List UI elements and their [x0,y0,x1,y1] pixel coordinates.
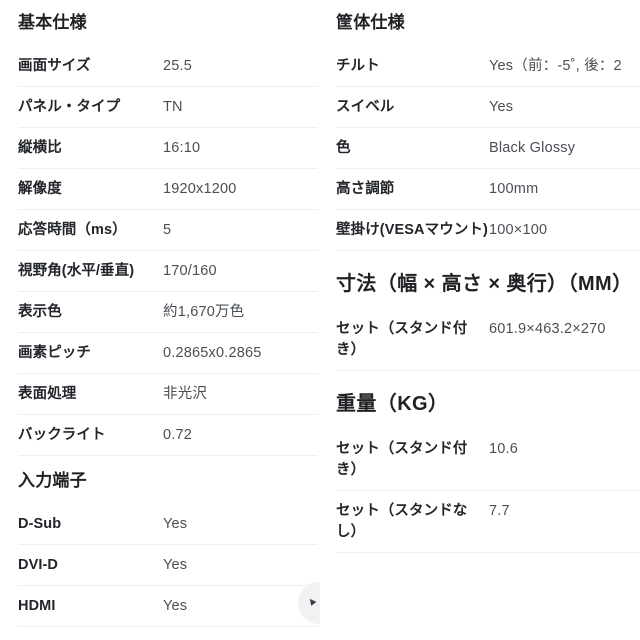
spec-row: D-Sub Yes [18,504,318,546]
spec-value: 5 [163,222,172,239]
spec-row: 視野角(水平/垂直) 170/160 [18,251,318,293]
spec-value: Yes [163,598,188,615]
spec-label: 高さ調節 [336,181,395,198]
spec-label: 画素ピッチ [18,345,91,362]
spec-label: 表示色 [18,304,62,321]
spec-label: セット（スタンド付き） [336,321,468,359]
spec-label: 縦横比 [18,140,62,157]
spec-sheet-page: 基本仕様 画面サイズ 25.5 パネル・タイプ TN 縦横比 16:10 解像度… [0,0,640,640]
spec-value: Yes [163,557,188,574]
spec-value: 1920x1200 [163,181,237,198]
section-heading: 寸法（幅 × 高さ × 奥行）（MM） [336,273,633,296]
section-heading: 重量（KG） [336,393,449,416]
spec-row: 高さ調節 100mm [336,169,640,211]
spec-row: セット（スタンド付き） 601.9×463.2×270 [336,309,640,372]
spec-label: D-Sub [18,516,62,533]
spec-label: 表面処理 [18,386,77,403]
section-heading: 入力端子 [18,471,87,491]
spec-value: Yes [489,99,514,116]
section-heading: 筐体仕様 [336,13,405,32]
section-input-terminals: 入力端子 D-Sub Yes DVI-D Yes HDMI Yes [18,456,318,628]
section-dimensions: 寸法（幅 × 高さ × 奥行）（MM） セット（スタンド付き） 601.9×46… [336,251,640,372]
chevron-up-icon: ▲ [303,593,320,610]
spec-value: 25.5 [163,58,193,75]
spec-label: セット（スタンドなし） [336,503,468,541]
spec-value: TN [163,99,183,116]
spec-label: チルト [336,58,380,75]
spec-row: セット（スタンドなし） 7.7 [336,491,640,554]
spec-label: バックライト [18,427,106,444]
left-spec-column: 基本仕様 画面サイズ 25.5 パネル・タイプ TN 縦横比 16:10 解像度… [0,0,320,640]
section-chassis-spec: 筐体仕様 チルト Yes（前：-5˚, 後：2 スイベル Yes 色 Black… [336,0,640,252]
spec-value: 601.9×463.2×270 [489,321,606,338]
spec-row: 表面処理 非光沢 [18,374,318,416]
spec-row: チルト Yes（前：-5˚, 後：2 [336,46,640,88]
section-heading: 基本仕様 [18,13,87,32]
spec-row: 応答時間（ms） 5 [18,210,318,252]
section-weight: 重量（KG） セット（スタンド付き） 10.6 セット（スタンドなし） 7.7 [336,371,640,554]
spec-value: 100mm [489,181,539,198]
spec-value: 170/160 [163,263,217,280]
right-spec-column: 筐体仕様 チルト Yes（前：-5˚, 後：2 スイベル Yes 色 Black… [320,0,640,640]
spec-row: 解像度 1920x1200 [18,169,318,211]
spec-label: セット（スタンド付き） [336,441,468,479]
spec-label: 色 [336,140,351,157]
spec-row: DVI-D Yes [18,545,318,587]
spec-row: 縦横比 16:10 [18,128,318,170]
spec-value: Yes（前：-5˚, 後：2 [489,58,622,75]
spec-row: 表示色 約1,670万色 [18,292,318,334]
spec-value: 0.2865x0.2865 [163,345,262,362]
spec-value: 約1,670万色 [163,304,245,321]
spec-value: 100×100 [489,222,548,239]
spec-label: 応答時間（ms） [18,222,127,239]
spec-row: セット（スタンド付き） 10.6 [336,429,640,492]
spec-row: パネル・タイプ TN [18,87,318,129]
spec-value: Black Glossy [489,140,576,157]
spec-label: 解像度 [18,181,62,198]
spec-row: スイベル Yes [336,87,640,129]
spec-row: HDMI Yes [18,586,318,628]
spec-value: 0.72 [163,427,193,444]
spec-label: 視野角(水平/垂直) [18,263,135,280]
spec-row: 壁掛け(VESAマウント) 100×100 [336,210,640,252]
spec-row: 画素ピッチ 0.2865x0.2865 [18,333,318,375]
column-gutter-mask [320,570,346,640]
spec-label: HDMI [18,598,56,615]
spec-value: Yes [163,516,188,533]
spec-row: バックライト 0.72 [18,415,318,457]
spec-value: 10.6 [489,441,519,458]
spec-value: 16:10 [163,140,201,157]
spec-label: 壁掛け(VESAマウント) [336,222,488,239]
spec-label: パネル・タイプ [18,99,121,116]
spec-value: 非光沢 [163,386,208,403]
spec-row: 色 Black Glossy [336,128,640,170]
spec-row: 画面サイズ 25.5 [18,46,318,88]
spec-value: 7.7 [489,503,510,520]
spec-label: DVI-D [18,557,58,574]
spec-label: 画面サイズ [18,58,91,75]
section-basic-spec: 基本仕様 画面サイズ 25.5 パネル・タイプ TN 縦横比 16:10 解像度… [18,0,318,457]
spec-label: スイベル [336,99,395,116]
